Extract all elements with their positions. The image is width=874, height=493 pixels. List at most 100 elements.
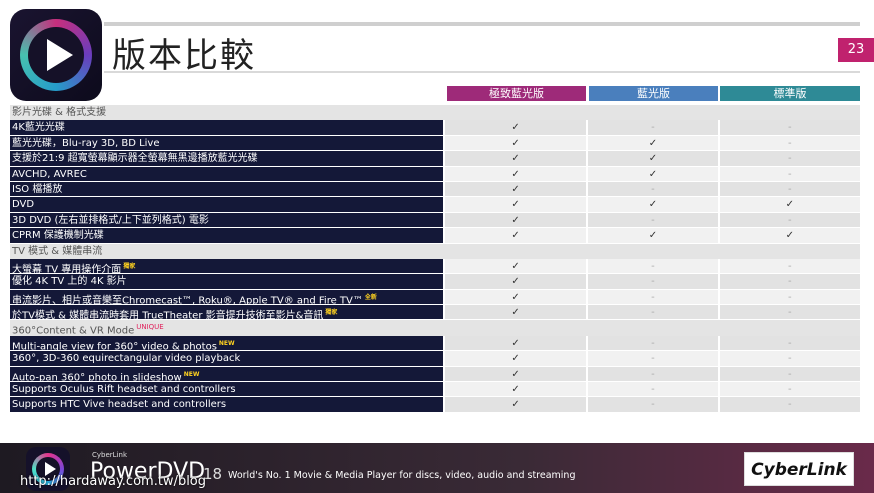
not-included-mark: -: [719, 335, 860, 352]
check-icon: ✓: [588, 228, 718, 244]
check-icon: ✓: [719, 197, 860, 213]
feature-row: AVCHD, AVREC ✓ ✓ -: [10, 166, 860, 182]
footer-tagline: World's No. 1 Movie & Media Player for d…: [228, 470, 576, 481]
not-included-mark: -: [719, 120, 860, 136]
not-included-mark: -: [719, 135, 860, 152]
not-included-mark: -: [588, 289, 718, 306]
feature-row: 360°, 3D-360 equirectangular video playb…: [10, 351, 860, 367]
feature-row: 支援於21:9 超寬螢幕顯示器全螢幕無黑邊播放藍光光碟 ✓ ✓ -: [10, 151, 860, 167]
feature-label: AVCHD, AVREC: [10, 166, 443, 182]
check-icon: ✓: [444, 289, 587, 306]
feature-label: CPRM 保護機制光碟: [10, 228, 443, 244]
check-icon: ✓: [444, 397, 587, 413]
column-header-standard: 標準版: [720, 86, 860, 101]
feature-label: 4K藍光光碟: [10, 120, 443, 136]
check-icon: ✓: [588, 135, 718, 152]
not-included-mark: -: [719, 397, 860, 413]
not-included-mark: -: [719, 166, 860, 182]
section-label: 影片光碟 & 格式支援: [10, 105, 860, 121]
not-included-mark: -: [588, 366, 718, 383]
powerdvd-app-logo: [10, 9, 102, 101]
comparison-table: 影片光碟 & 格式支援 4K藍光光碟 ✓ - - 藍光光碟，Blu-ray 3D, BD …: [10, 105, 860, 413]
not-included-mark: -: [719, 212, 860, 229]
feature-tag: 獨家: [123, 262, 136, 270]
not-included-mark: -: [719, 382, 860, 398]
not-included-mark: -: [588, 258, 718, 275]
feature-tag: 全新: [364, 293, 377, 301]
check-icon: ✓: [444, 351, 587, 367]
watermark-url: http://hardaway.com.tw/blog: [20, 474, 207, 489]
feature-row: 藍光光碟，Blu-ray 3D, BD Live ✓ ✓ -: [10, 135, 860, 152]
feature-tag: NEW: [183, 370, 200, 378]
feature-row: Multi-angle view for 360° video & photos…: [10, 335, 860, 352]
title-underline: [104, 71, 860, 73]
feature-label: 優化 4K TV 上的 4K 影片: [10, 274, 443, 290]
not-included-mark: -: [719, 366, 860, 383]
feature-label: 360°, 3D-360 equirectangular video playb…: [10, 351, 443, 367]
check-icon: ✓: [444, 181, 587, 198]
check-icon: ✓: [444, 151, 587, 167]
check-icon: ✓: [444, 166, 587, 182]
title-top-divider: [104, 22, 860, 26]
not-included-mark: -: [719, 351, 860, 367]
feature-label: ISO 檔播放: [10, 181, 443, 198]
feature-row: 3D DVD (左右並排格式/上下並列格式) 電影 ✓ - -: [10, 212, 860, 229]
check-icon: ✓: [444, 382, 587, 398]
feature-tag: 獨家: [325, 309, 338, 317]
not-included-mark: -: [719, 274, 860, 290]
check-icon: ✓: [444, 120, 587, 136]
feature-row: Supports HTC Vive headset and controller…: [10, 397, 860, 413]
not-included-mark: -: [588, 335, 718, 352]
check-icon: ✓: [719, 228, 860, 244]
feature-label: 大螢幕 TV 專用操作介面 獨家: [10, 258, 443, 275]
check-icon: ✓: [588, 197, 718, 213]
play-icon: [47, 39, 73, 71]
check-icon: ✓: [444, 135, 587, 152]
feature-label: 支援於21:9 超寬螢幕顯示器全螢幕無黑邊播放藍光光碟: [10, 151, 443, 167]
not-included-mark: -: [719, 305, 860, 321]
feature-row: Auto-pan 360° photo in slideshow NEW ✓ - -: [10, 366, 860, 383]
not-included-mark: -: [588, 305, 718, 321]
feature-label: Multi-angle view for 360° video & photos…: [10, 335, 443, 352]
not-included-mark: -: [588, 274, 718, 290]
feature-label: DVD: [10, 197, 443, 213]
check-icon: ✓: [444, 335, 587, 352]
feature-row: 串流影片、相片或音樂至Chromecast™, Roku®, Apple TV®…: [10, 289, 860, 306]
check-icon: ✓: [588, 151, 718, 167]
column-header-ultra: 極致藍光版: [447, 86, 586, 101]
section-label: 360°Content & VR Mode UNIQUE: [10, 320, 860, 337]
check-icon: ✓: [444, 212, 587, 229]
feature-label: Supports HTC Vive headset and controller…: [10, 397, 443, 413]
feature-row: Supports Oculus Rift headset and control…: [10, 382, 860, 398]
feature-row: 優化 4K TV 上的 4K 影片 ✓ - -: [10, 274, 860, 290]
column-header-pro: 藍光版: [589, 86, 718, 101]
check-icon: ✓: [444, 366, 587, 383]
footer-brand-small: CyberLink: [92, 451, 127, 459]
feature-row: CPRM 保護機制光碟 ✓ ✓ ✓: [10, 228, 860, 244]
section-label: TV 模式 & 媒體串流: [10, 243, 860, 259]
check-icon: ✓: [444, 228, 587, 244]
section-tag: UNIQUE: [136, 323, 164, 332]
not-included-mark: -: [588, 212, 718, 229]
not-included-mark: -: [588, 397, 718, 413]
section-header-row: 360°Content & VR Mode UNIQUE: [10, 320, 860, 337]
check-icon: ✓: [444, 305, 587, 321]
section-header-row: TV 模式 & 媒體串流: [10, 243, 860, 259]
cyberlink-logo: CyberLink: [744, 452, 854, 486]
not-included-mark: -: [588, 120, 718, 136]
not-included-mark: -: [719, 258, 860, 275]
check-icon: ✓: [444, 197, 587, 213]
feature-row: 於TV模式 & 媒體串流時套用 TrueTheater 影音提升技術至影片&音訊…: [10, 305, 860, 321]
not-included-mark: -: [588, 351, 718, 367]
feature-tag: NEW: [218, 339, 235, 347]
feature-label: 於TV模式 & 媒體串流時套用 TrueTheater 影音提升技術至影片&音訊…: [10, 305, 443, 321]
not-included-mark: -: [719, 151, 860, 167]
feature-label: Supports Oculus Rift headset and control…: [10, 382, 443, 398]
feature-label: 藍光光碟，Blu-ray 3D, BD Live: [10, 135, 443, 152]
check-icon: ✓: [444, 274, 587, 290]
check-icon: ✓: [444, 258, 587, 275]
not-included-mark: -: [719, 181, 860, 198]
feature-label: 串流影片、相片或音樂至Chromecast™, Roku®, Apple TV®…: [10, 289, 443, 306]
feature-row: DVD ✓ ✓ ✓: [10, 197, 860, 213]
not-included-mark: -: [588, 181, 718, 198]
